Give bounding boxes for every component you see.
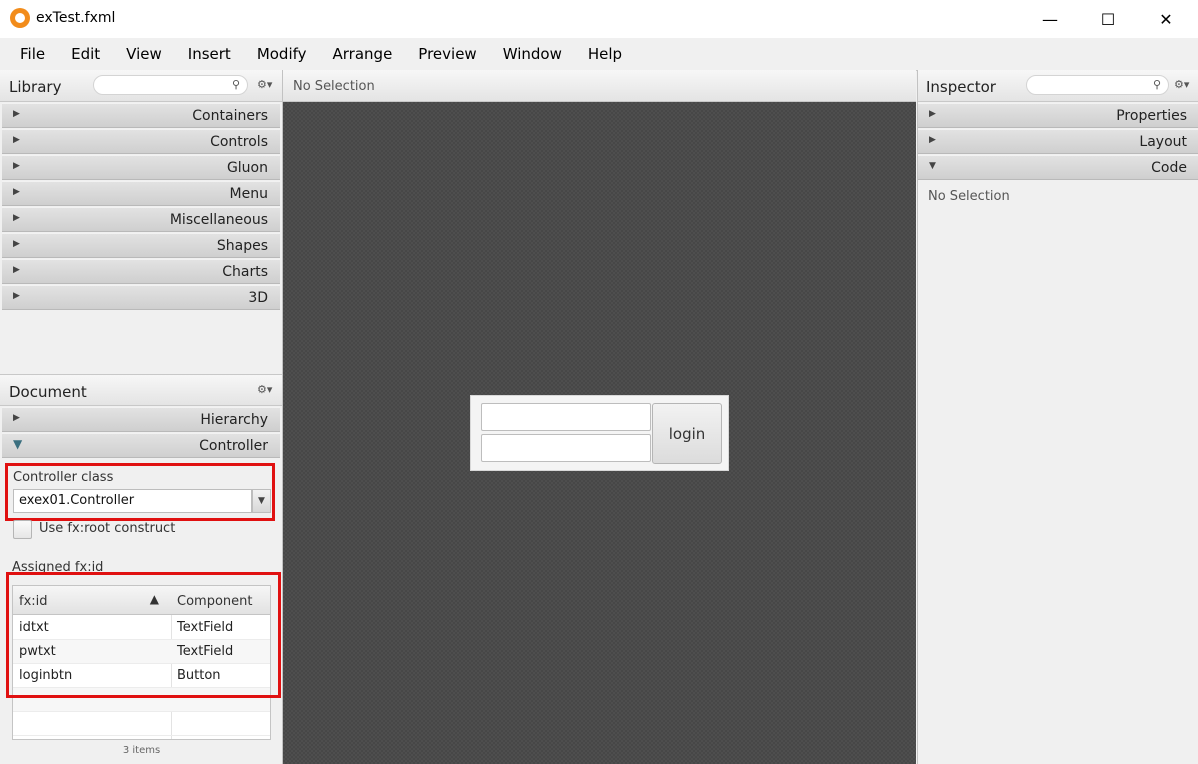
title-bar: exTest.fxml — ☐ ✕ [0, 0, 1198, 38]
menu-edit[interactable]: Edit [58, 45, 113, 63]
library-category-miscellaneous[interactable]: ▶ Miscellaneous [2, 207, 280, 232]
close-button[interactable]: ✕ [1137, 0, 1195, 38]
document-section-controller[interactable]: ▼ Controller [2, 433, 280, 458]
inspector-section-layout[interactable]: ▶ Layout [918, 129, 1198, 154]
menu-modify[interactable]: Modify [244, 45, 320, 63]
library-category-menu[interactable]: ▶ Menu [2, 181, 280, 206]
triangle-right-icon: ▶ [13, 265, 20, 275]
section-label: Properties [1116, 108, 1187, 124]
password-textfield[interactable] [481, 434, 651, 462]
triangle-down-icon: ▼ [929, 161, 936, 171]
id-textfield[interactable] [481, 403, 651, 431]
document-header: Document ⚙▾ [0, 374, 282, 406]
menu-view[interactable]: View [113, 45, 175, 63]
canvas-header: No Selection [283, 70, 916, 102]
inspector-search-input[interactable]: ⚲ [1026, 75, 1169, 95]
triangle-right-icon: ▶ [13, 413, 20, 423]
inspector-section-code[interactable]: ▼ Code [918, 155, 1198, 180]
library-category-containers[interactable]: ▶ Containers [2, 103, 280, 128]
triangle-right-icon: ▶ [13, 109, 20, 119]
section-label: Code [1151, 160, 1187, 176]
maximize-button[interactable]: ☐ [1079, 0, 1137, 38]
category-label: Gluon [226, 160, 268, 176]
minimize-button[interactable]: — [1021, 0, 1079, 38]
menu-preview[interactable]: Preview [405, 45, 489, 63]
table-item-count: 3 items [122, 745, 161, 756]
inspector-empty-text: No Selection [928, 189, 1010, 204]
triangle-right-icon: ▶ [929, 109, 936, 119]
triangle-right-icon: ▶ [13, 135, 20, 145]
library-category-charts[interactable]: ▶ Charts [2, 259, 280, 284]
inspector-section-properties[interactable]: ▶ Properties [918, 103, 1198, 128]
login-form-preview[interactable]: login [470, 395, 729, 471]
inspector-title: Inspector [926, 78, 996, 96]
gear-icon[interactable]: ⚙▾ [1174, 78, 1189, 91]
library-search-input[interactable]: ⚲ [93, 75, 248, 95]
highlight-box-controller [5, 463, 275, 521]
menu-bar: File Edit View Insert Modify Arrange Pre… [0, 38, 1198, 71]
search-icon: ⚲ [231, 78, 240, 91]
table-row-empty [13, 712, 270, 736]
menu-arrange[interactable]: Arrange [320, 45, 406, 63]
gear-icon[interactable]: ⚙▾ [257, 78, 272, 91]
window-title: exTest.fxml [36, 10, 116, 26]
library-header: Library ⚲ ⚙▾ [0, 70, 282, 102]
section-label: Layout [1139, 134, 1187, 150]
library-category-gluon[interactable]: ▶ Gluon [2, 155, 280, 180]
document-title: Document [9, 383, 87, 401]
triangle-right-icon: ▶ [929, 135, 936, 145]
category-label: 3D [248, 290, 268, 306]
category-label: Menu [229, 186, 268, 202]
section-label: Hierarchy [200, 412, 268, 428]
inspector-panel: Inspector ⚲ ⚙▾ ▶ Properties ▶ Layout ▼ C… [917, 70, 1198, 764]
design-canvas[interactable]: No Selection login [283, 70, 916, 764]
triangle-right-icon: ▶ [13, 239, 20, 249]
category-label: Shapes [216, 238, 268, 254]
app-icon [10, 8, 30, 28]
triangle-right-icon: ▶ [13, 187, 20, 197]
category-label: Controls [210, 134, 268, 150]
library-title: Library [9, 78, 62, 96]
menu-file[interactable]: File [0, 45, 58, 63]
document-section-hierarchy[interactable]: ▶ Hierarchy [2, 407, 280, 432]
library-category-controls[interactable]: ▶ Controls [2, 129, 280, 154]
library-category-3d[interactable]: ▶ 3D [2, 285, 280, 310]
fx-root-label: Use fx:root construct [39, 521, 176, 536]
section-label: Controller [199, 438, 268, 454]
library-category-shapes[interactable]: ▶ Shapes [2, 233, 280, 258]
fx-root-checkbox[interactable] [13, 520, 32, 539]
menu-window[interactable]: Window [490, 45, 575, 63]
gear-icon[interactable]: ⚙▾ [257, 383, 272, 396]
triangle-down-icon: ▼ [13, 437, 23, 451]
category-label: Containers [192, 108, 268, 124]
login-button[interactable]: login [652, 403, 722, 464]
triangle-right-icon: ▶ [13, 213, 20, 223]
menu-insert[interactable]: Insert [175, 45, 244, 63]
triangle-right-icon: ▶ [13, 291, 20, 301]
triangle-right-icon: ▶ [13, 161, 20, 171]
category-label: Charts [222, 264, 268, 280]
search-icon: ⚲ [1152, 78, 1161, 91]
menu-help[interactable]: Help [575, 45, 635, 63]
category-label: Miscellaneous [169, 212, 268, 228]
highlight-box-fxid-table [6, 572, 281, 698]
inspector-header: Inspector ⚲ ⚙▾ [918, 70, 1198, 102]
selection-status: No Selection [293, 79, 375, 94]
